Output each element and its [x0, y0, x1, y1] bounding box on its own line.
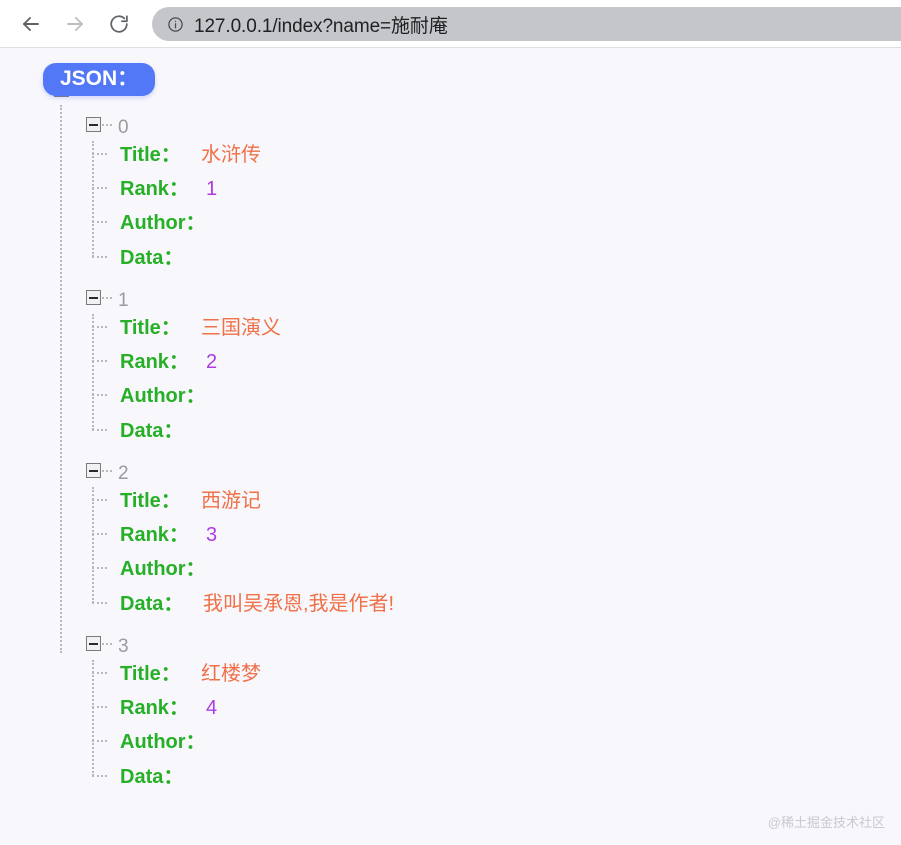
tree-rail-root: [60, 105, 62, 653]
leaf-connector: [92, 187, 107, 189]
leaf-connector: [92, 567, 107, 569]
key-data: Data：: [120, 593, 184, 615]
key-author: Author：: [120, 558, 206, 580]
arrow-left-icon: [19, 12, 43, 36]
toggle-item-0[interactable]: [86, 117, 101, 132]
leaf-connector: [92, 326, 107, 328]
leaf-connector: [92, 153, 107, 155]
key-rank: Rank：: [120, 697, 189, 719]
leaf-connector: [92, 499, 107, 501]
value-rank: 2: [206, 351, 218, 373]
tree-rail-item-1: [92, 314, 94, 430]
index-label-2: 2: [118, 463, 129, 484]
arrow-right-icon: [63, 12, 87, 36]
value-rank: 4: [206, 697, 218, 719]
watermark: @稀土掘金技术社区: [767, 815, 885, 830]
leaf-connector: [92, 706, 107, 708]
toggle-item-0-connector: [102, 124, 112, 126]
index-label-1: 1: [118, 290, 129, 311]
key-title: Title：: [120, 490, 181, 512]
key-data: Data：: [120, 420, 184, 442]
reload-icon: [108, 13, 130, 35]
tree-rail-item-0: [92, 141, 94, 257]
key-title: Title：: [120, 663, 181, 685]
address-bar[interactable]: 127.0.0.1/index?name=施耐庵: [152, 7, 901, 41]
leaf-connector: [92, 394, 107, 396]
value-title: 西游记: [201, 490, 261, 512]
leaf-connector: [92, 221, 107, 223]
value-title: 水浒传: [201, 144, 261, 166]
key-title: Title：: [120, 144, 181, 166]
tree-rail-item-2: [92, 487, 94, 603]
info-circle-icon[interactable]: [166, 15, 184, 33]
leaf-connector: [92, 429, 107, 431]
leaf-connector: [92, 672, 107, 674]
json-root-badge: JSON：: [43, 63, 156, 96]
key-rank: Rank：: [120, 524, 189, 546]
tree-rail-item-3: [92, 660, 94, 776]
value-rank: 1: [206, 178, 218, 200]
back-button[interactable]: [14, 7, 48, 41]
toggle-item-1[interactable]: [86, 290, 101, 305]
key-rank: Rank：: [120, 351, 189, 373]
index-label-3: 3: [118, 636, 129, 657]
leaf-connector: [92, 602, 107, 604]
leaf-connector: [92, 533, 107, 535]
key-author: Author：: [120, 212, 206, 234]
address-bar-url[interactable]: 127.0.0.1/index?name=施耐庵: [194, 11, 448, 38]
leaf-connector: [92, 775, 107, 777]
toggle-item-3[interactable]: [86, 636, 101, 651]
toggle-item-3-connector: [102, 643, 112, 645]
browser-toolbar: 127.0.0.1/index?name=施耐庵: [0, 0, 901, 48]
key-author: Author：: [120, 385, 206, 407]
value-title: 三国演义: [201, 317, 281, 339]
toggle-item-1-connector: [102, 297, 112, 299]
key-data: Data：: [120, 247, 184, 269]
toggle-item-2[interactable]: [86, 463, 101, 478]
leaf-connector: [92, 360, 107, 362]
leaf-connector: [92, 740, 107, 742]
reload-button[interactable]: [102, 7, 136, 41]
toggle-item-2-connector: [102, 470, 112, 472]
key-rank: Rank：: [120, 178, 189, 200]
forward-button[interactable]: [58, 7, 92, 41]
index-label-0: 0: [118, 117, 129, 138]
json-viewer-body: JSON： 0 Title： 水浒传 Rank： 1 Author： Data：…: [0, 49, 901, 845]
value-data: 我叫吴承恩,我是作者!: [203, 593, 395, 615]
key-title: Title：: [120, 317, 181, 339]
key-data: Data：: [120, 766, 184, 788]
value-rank: 3: [206, 524, 218, 546]
value-title: 红楼梦: [201, 663, 261, 685]
key-author: Author：: [120, 731, 206, 753]
leaf-connector: [92, 256, 107, 258]
